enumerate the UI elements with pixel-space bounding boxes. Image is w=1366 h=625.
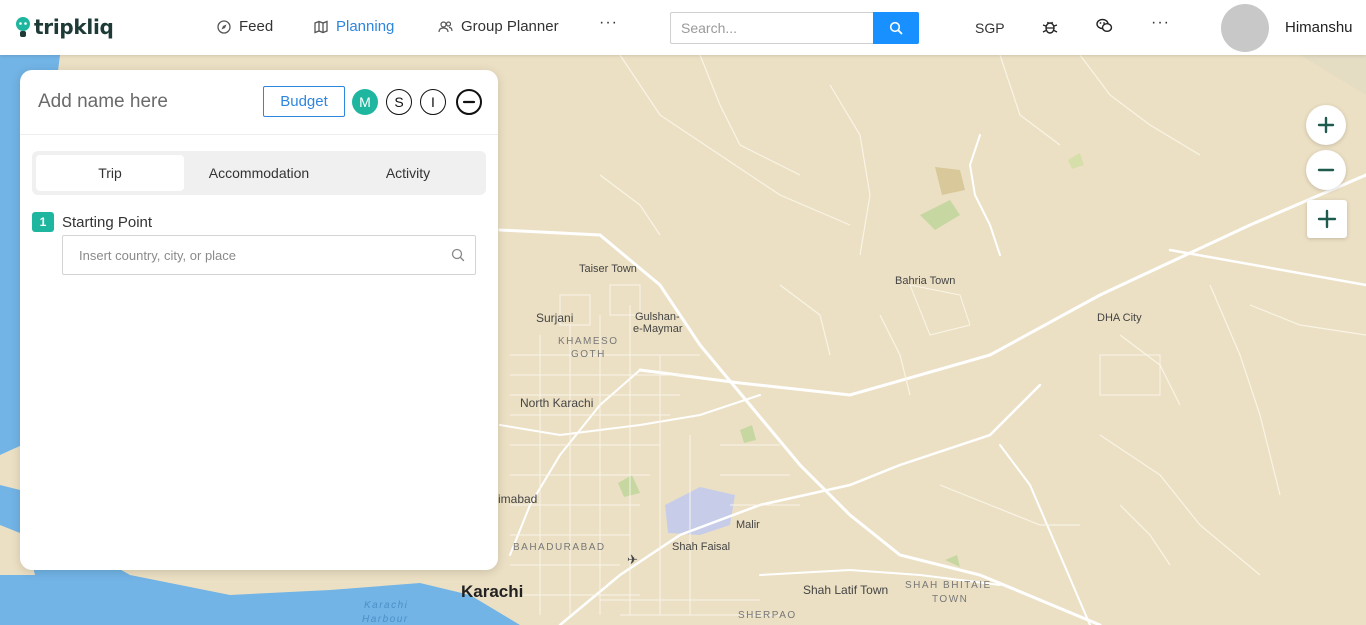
- map-label-goth: GOTH: [571, 349, 606, 360]
- bug-icon[interactable]: [1041, 18, 1059, 41]
- map-label-dha-city: DHA City: [1097, 312, 1142, 324]
- map-label-taiser-town: Taiser Town: [579, 263, 637, 275]
- nav-feed[interactable]: Feed: [217, 18, 273, 35]
- more-menu-icon[interactable]: ···: [599, 14, 618, 32]
- zoom-in-button[interactable]: [1306, 105, 1346, 145]
- member-badge-s[interactable]: S: [386, 89, 412, 115]
- currency-selector[interactable]: SGP: [975, 20, 1005, 36]
- collapse-button[interactable]: [456, 89, 482, 115]
- map-label-bahadurabad: BAHADURABAD: [513, 542, 606, 553]
- map-label-shah-latif-town: Shah Latif Town: [803, 583, 889, 597]
- plus-icon: [1317, 116, 1335, 134]
- map-label-karachi-harbour: Karachi: [364, 600, 409, 611]
- member-badge-i[interactable]: I: [420, 89, 446, 115]
- budget-button[interactable]: Budget: [263, 86, 345, 117]
- map-label-shah-bhitaie: SHAH BHITAIE: [905, 580, 992, 591]
- panel-header: Budget M S I: [20, 70, 498, 135]
- logo-pin-icon: [14, 16, 32, 38]
- wechat-icon[interactable]: [1096, 18, 1113, 39]
- tab-trip[interactable]: Trip: [36, 155, 184, 191]
- add-location-button[interactable]: [1307, 200, 1347, 238]
- trip-name-input[interactable]: [36, 90, 260, 114]
- map-label-north-karachi: North Karachi: [520, 396, 594, 410]
- airport-icon: ✈: [627, 552, 638, 567]
- search-input[interactable]: [671, 13, 874, 43]
- brand-name: tripkliq: [34, 15, 114, 39]
- search-icon: [889, 21, 903, 35]
- user-name[interactable]: Himanshu: [1285, 19, 1353, 36]
- tab-activity[interactable]: Activity: [334, 155, 482, 191]
- search-bar: [670, 12, 919, 44]
- map-label-shah-faisal: Shah Faisal: [672, 541, 731, 553]
- starting-point-label: Starting Point: [62, 214, 153, 231]
- map-label-karachi: Karachi: [461, 582, 524, 601]
- nav-feed-label: Feed: [239, 18, 274, 35]
- map-label-surjani: Surjani: [536, 311, 574, 325]
- nav-group-planner[interactable]: Group Planner: [438, 18, 559, 35]
- zoom-out-button[interactable]: [1306, 150, 1346, 190]
- map-label-malir: Malir: [736, 519, 760, 531]
- top-navigation-bar: tripkliq Feed Planning Group Planner ···…: [0, 0, 1366, 55]
- search-icon[interactable]: [451, 248, 465, 267]
- starting-point-field: [62, 235, 476, 275]
- trip-planner-panel: Budget M S I Trip Accommodation Activity…: [20, 70, 498, 570]
- search-button[interactable]: [873, 12, 919, 44]
- map-label-imabad: imabad: [498, 492, 538, 506]
- map-label-harbour: Harbour: [362, 614, 409, 625]
- map-label-town: TOWN: [932, 594, 969, 605]
- compass-icon: [217, 19, 231, 34]
- map-label-gulshan: Gulshan-: [635, 311, 680, 323]
- nav-group-planner-label: Group Planner: [461, 18, 559, 35]
- map-label-khameso: KHAMESO: [558, 336, 619, 347]
- nav-planning[interactable]: Planning: [314, 18, 394, 35]
- avatar[interactable]: [1221, 4, 1269, 52]
- tab-accommodation[interactable]: Accommodation: [185, 155, 333, 191]
- map-label-sherpao: SHERPAO: [738, 610, 797, 621]
- plus-icon: [1317, 209, 1337, 229]
- minus-icon: [462, 100, 476, 104]
- map-label-bahria-town: Bahria Town: [895, 275, 956, 287]
- member-badge-m[interactable]: M: [352, 89, 378, 115]
- planner-tabs: Trip Accommodation Activity: [32, 151, 486, 195]
- group-icon: [438, 20, 453, 32]
- map-icon: [314, 20, 328, 33]
- tripkliq-logo[interactable]: tripkliq: [14, 15, 114, 39]
- starting-point-input[interactable]: [63, 236, 433, 274]
- map-label-gulshan-2: e-Maymar: [633, 323, 683, 335]
- step-number-badge: 1: [32, 212, 54, 232]
- minus-icon: [1317, 168, 1335, 172]
- more-options-icon[interactable]: ···: [1151, 14, 1170, 32]
- nav-planning-label: Planning: [336, 18, 395, 35]
